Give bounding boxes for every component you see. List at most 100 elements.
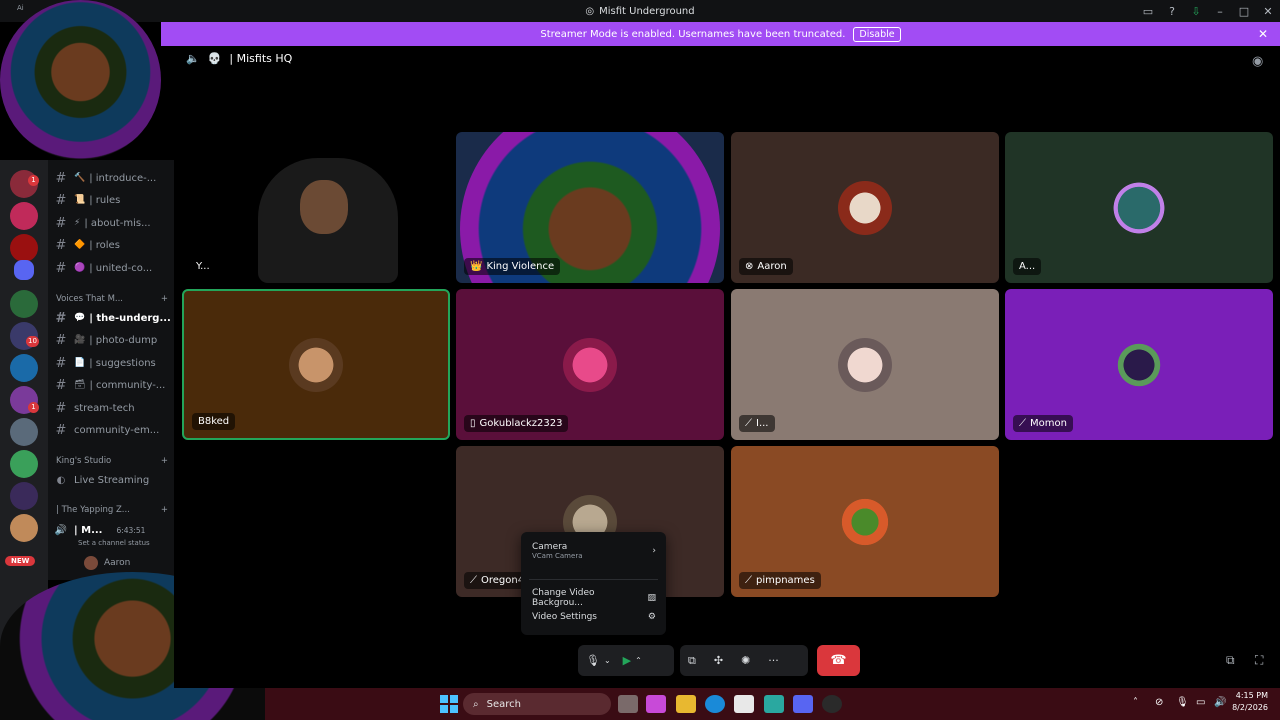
help-icon[interactable]: ? — [1160, 5, 1184, 18]
server-icon[interactable] — [10, 202, 38, 230]
maximize-button[interactable]: □ — [1232, 5, 1256, 18]
close-banner-icon[interactable]: ✕ — [1258, 27, 1268, 41]
channel-status[interactable]: Set a channel status — [78, 539, 150, 547]
video-tile[interactable]: ⊗ Aaron — [731, 132, 999, 283]
fullscreen-icon[interactable]: ⛶ — [1255, 653, 1263, 668]
camera-icon[interactable]: ▶ — [623, 654, 631, 667]
edge-icon[interactable] — [705, 695, 725, 713]
video-tile[interactable]: 👑 King Violence — [456, 132, 724, 283]
discord-taskbar-icon[interactable] — [793, 695, 813, 713]
video-tile-speaking[interactable]: B8ked — [182, 289, 450, 440]
participant-name-tag: ⟋ pimpnames — [739, 572, 821, 589]
category-kings-studio[interactable]: King's Studio + — [56, 456, 168, 466]
inbox-icon[interactable]: ▭ — [1136, 5, 1160, 18]
channel-item[interactable]: # ⚡ | about-mis... — [48, 213, 174, 233]
avatar — [838, 180, 892, 235]
add-channel-icon[interactable]: + — [161, 294, 168, 304]
stage-channel-item[interactable]: ◐ Live Streaming — [48, 470, 174, 490]
start-icon[interactable] — [440, 695, 458, 713]
volume-icon[interactable]: 🔊 — [1214, 697, 1226, 708]
app-icon[interactable] — [764, 695, 784, 713]
file-explorer-icon[interactable] — [676, 695, 696, 713]
soundboard-icon[interactable]: ✺ — [741, 654, 750, 667]
speaker-icon: 🔊 — [54, 524, 68, 536]
channel-item[interactable]: # stream-tech — [48, 398, 174, 418]
video-tile[interactable]: Y... — [182, 132, 450, 283]
window-title: Misfit Underground — [599, 5, 695, 17]
mention-badge: 10 — [26, 336, 39, 347]
hash-icon: # — [55, 260, 67, 276]
mention-badge: 1 — [28, 175, 39, 186]
server-icon[interactable] — [10, 482, 38, 510]
hash-icon: # — [55, 422, 67, 438]
taskbar-search[interactable]: ⌕ Search — [463, 693, 611, 715]
members-icon[interactable]: ◉ — [1252, 54, 1263, 69]
avatar — [1112, 337, 1166, 392]
channel-item[interactable]: # 📄 | suggestions — [48, 353, 174, 373]
copilot-icon[interactable] — [646, 695, 666, 713]
minimize-button[interactable]: – — [1208, 5, 1232, 18]
obs-icon[interactable] — [822, 695, 842, 713]
video-tile[interactable]: ▯ Gokublackz2323 — [456, 289, 724, 440]
video-tile[interactable]: ⟋ Momon — [1005, 289, 1273, 440]
disconnect-button[interactable]: ☎ — [817, 645, 860, 676]
server-icon[interactable] — [10, 450, 38, 478]
category-yapping[interactable]: | The Yapping Z... + — [56, 505, 168, 515]
channel-item[interactable]: # 📜 | rules — [48, 190, 174, 210]
chevron-up-icon[interactable]: ˄ — [1133, 697, 1138, 708]
channel-item[interactable]: # 🎥 | photo-dump — [48, 330, 174, 350]
clock[interactable]: 4:15 PM 8/2/2026 — [1232, 690, 1268, 714]
camera-menu-item[interactable]: Camera VCam Camera › — [532, 542, 656, 560]
avatar — [84, 556, 98, 570]
change-background-item[interactable]: Change Video Backgrou... ▨ — [532, 588, 656, 608]
channel-item[interactable]: # 🔶 | roles — [48, 235, 174, 255]
video-tile[interactable]: ⟋ pimpnames — [731, 446, 999, 597]
channel-item-selected[interactable]: # 💬 | the-underg... — [48, 308, 174, 328]
title-bar: Ai ◎ Misfit Underground ▭ ? ⇩ – □ ✕ — [0, 0, 1280, 22]
phone-icon: ▯ — [470, 418, 476, 429]
folder-icon[interactable] — [14, 260, 34, 280]
monitor-icon[interactable]: ▭ — [1196, 697, 1205, 708]
task-view-icon[interactable] — [618, 695, 638, 713]
close-window-button[interactable]: ✕ — [1256, 5, 1280, 18]
video-tile[interactable]: ⟋ I... — [731, 289, 999, 440]
chevron-right-icon: › — [652, 546, 656, 556]
participant-name-tag: ▯ Gokublackz2323 — [464, 415, 569, 432]
avatar — [838, 494, 892, 549]
category-voices[interactable]: Voices That M... + — [56, 294, 168, 304]
muted-icon: ⟋ — [745, 418, 752, 429]
channel-item[interactable]: # community-em... — [48, 420, 174, 440]
server-icon[interactable] — [10, 290, 38, 318]
add-channel-icon[interactable]: + — [161, 456, 168, 466]
microphone-icon[interactable]: 🎙 — [586, 654, 600, 667]
skull-icon: 💀 — [207, 52, 222, 65]
video-settings-item[interactable]: Video Settings ⚙ — [532, 612, 656, 622]
channel-item[interactable]: # 🗃 | community-... — [48, 375, 174, 395]
network-icon[interactable]: ⊘ — [1155, 697, 1163, 708]
media-controls: 🎙 ⌄ ▶ ⌃ — [578, 645, 674, 676]
background-icon: ▨ — [647, 593, 656, 603]
server-icon[interactable] — [10, 514, 38, 542]
voice-timer: 6:43:51 — [116, 525, 146, 535]
popout-icon[interactable]: ⧉ — [1226, 653, 1235, 668]
participant-name: A... — [1013, 258, 1042, 275]
chevron-up-icon[interactable]: ⌃ — [635, 656, 642, 665]
microphone-tray-icon[interactable]: 🎙 — [1176, 697, 1189, 708]
voice-channel-name: | Misfits HQ — [229, 52, 293, 65]
add-channel-icon[interactable]: + — [161, 505, 168, 515]
voice-user[interactable]: Aaron — [84, 556, 130, 570]
disable-button[interactable]: Disable — [853, 26, 901, 42]
server-icon[interactable] — [10, 418, 38, 446]
chevron-down-icon[interactable]: ⌄ — [604, 656, 611, 665]
video-tile[interactable]: A... — [1005, 132, 1273, 283]
server-icon[interactable] — [10, 234, 38, 262]
store-icon[interactable] — [734, 695, 754, 713]
voice-channel-active[interactable]: 🔊 | M... 6:43:51 — [48, 520, 174, 540]
activities-icon[interactable]: ✣ — [714, 654, 723, 667]
screen-share-icon[interactable]: ⧉ — [688, 654, 696, 668]
channel-item[interactable]: # 🔨 | introduce-... — [48, 168, 174, 188]
server-icon[interactable] — [10, 354, 38, 382]
download-icon[interactable]: ⇩ — [1184, 5, 1208, 18]
channel-item[interactable]: # 🟣 | united-co... — [48, 258, 174, 278]
more-icon[interactable]: ··· — [768, 654, 779, 667]
